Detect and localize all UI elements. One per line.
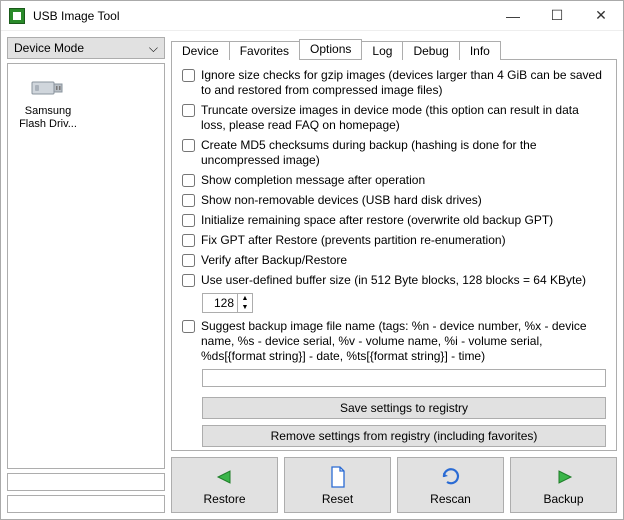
restore-button[interactable]: Restore [171, 457, 278, 513]
left-pane: Device Mode ⌵ Samsung Flash Driv... [7, 37, 165, 513]
label-initialize: Initialize remaining space after restore… [201, 213, 606, 228]
tab-info[interactable]: Info [459, 41, 501, 60]
window-title: USB Image Tool [33, 9, 491, 23]
opt-md5: Create MD5 checksums during backup (hash… [182, 138, 606, 168]
label-buffer: Use user-defined buffer size (in 512 Byt… [201, 273, 606, 288]
opt-buffer: Use user-defined buffer size (in 512 Byt… [182, 273, 606, 288]
reset-button[interactable]: Reset [284, 457, 391, 513]
backup-label: Backup [543, 492, 583, 506]
mode-select-value: Device Mode [14, 41, 84, 55]
tab-debug[interactable]: Debug [402, 41, 459, 60]
main-content: Device Mode ⌵ Samsung Flash Driv... Devi… [1, 31, 623, 519]
checkbox-suggest[interactable] [182, 320, 195, 333]
label-md5: Create MD5 checksums during backup (hash… [201, 138, 606, 168]
right-pane: Device Favorites Options Log Debug Info … [171, 37, 617, 513]
spin-up-icon[interactable]: ▲ [238, 294, 252, 303]
tab-options[interactable]: Options [299, 39, 362, 59]
filename-input[interactable] [202, 369, 606, 387]
checkbox-fixgpt[interactable] [182, 234, 195, 247]
checkbox-md5[interactable] [182, 139, 195, 152]
opt-fixgpt: Fix GPT after Restore (prevents partitio… [182, 233, 606, 248]
spin-buttons: ▲ ▼ [237, 294, 252, 312]
maximize-button[interactable]: ☐ [535, 1, 579, 31]
label-truncate: Truncate oversize images in device mode … [201, 103, 606, 133]
document-icon [325, 464, 351, 490]
chevron-down-icon: ⌵ [149, 41, 158, 56]
device-label-line1: Samsung [25, 105, 71, 118]
opt-nonremovable: Show non-removable devices (USB hard dis… [182, 193, 606, 208]
titlebar: USB Image Tool — ☐ ✕ [1, 1, 623, 31]
options-panel: Ignore size checks for gzip images (devi… [171, 59, 617, 451]
tab-device[interactable]: Device [171, 41, 230, 60]
opt-initialize: Initialize remaining space after restore… [182, 213, 606, 228]
flash-drive-icon [30, 74, 66, 102]
reset-label: Reset [322, 492, 353, 506]
status-bar-1 [7, 473, 165, 491]
action-buttons: Restore Reset Rescan Back [171, 457, 617, 513]
restore-label: Restore [203, 492, 245, 506]
arrow-left-icon [212, 464, 238, 490]
checkbox-initialize[interactable] [182, 214, 195, 227]
label-verify: Verify after Backup/Restore [201, 253, 606, 268]
label-fixgpt: Fix GPT after Restore (prevents partitio… [201, 233, 606, 248]
tab-log[interactable]: Log [361, 41, 403, 60]
spin-down-icon[interactable]: ▼ [238, 303, 252, 312]
backup-button[interactable]: Backup [510, 457, 617, 513]
arrow-right-icon [551, 464, 577, 490]
app-icon [9, 8, 25, 24]
checkbox-verify[interactable] [182, 254, 195, 267]
remove-registry-button[interactable]: Remove settings from registry (including… [202, 425, 606, 447]
buffer-spinner-row: ▲ ▼ [202, 293, 606, 313]
buffer-input[interactable] [203, 295, 237, 311]
label-nonremovable: Show non-removable devices (USB hard dis… [201, 193, 606, 208]
opt-truncate: Truncate oversize images in device mode … [182, 103, 606, 133]
tab-strip: Device Favorites Options Log Debug Info [171, 37, 617, 59]
save-registry-button[interactable]: Save settings to registry [202, 397, 606, 419]
checkbox-nonremovable[interactable] [182, 194, 195, 207]
status-bar-2 [7, 495, 165, 513]
close-button[interactable]: ✕ [579, 1, 623, 31]
label-completion: Show completion message after operation [201, 173, 606, 188]
refresh-icon [438, 464, 464, 490]
label-ignore-size: Ignore size checks for gzip images (devi… [201, 68, 606, 98]
checkbox-truncate[interactable] [182, 104, 195, 117]
opt-suggest: Suggest backup image file name (tags: %n… [182, 319, 606, 364]
checkbox-buffer[interactable] [182, 274, 195, 287]
minimize-button[interactable]: — [491, 1, 535, 31]
tab-favorites[interactable]: Favorites [229, 41, 300, 60]
device-label-line2: Flash Driv... [19, 118, 77, 131]
buffer-spinner[interactable]: ▲ ▼ [202, 293, 253, 313]
window-controls: — ☐ ✕ [491, 1, 623, 31]
opt-completion: Show completion message after operation [182, 173, 606, 188]
opt-verify: Verify after Backup/Restore [182, 253, 606, 268]
rescan-label: Rescan [430, 492, 471, 506]
checkbox-completion[interactable] [182, 174, 195, 187]
mode-select[interactable]: Device Mode ⌵ [7, 37, 165, 59]
opt-ignore-size: Ignore size checks for gzip images (devi… [182, 68, 606, 98]
checkbox-ignore-size[interactable] [182, 69, 195, 82]
label-suggest: Suggest backup image file name (tags: %n… [201, 319, 606, 364]
rescan-button[interactable]: Rescan [397, 457, 504, 513]
device-item[interactable]: Samsung Flash Driv... [14, 70, 82, 134]
device-list[interactable]: Samsung Flash Driv... [7, 63, 165, 469]
